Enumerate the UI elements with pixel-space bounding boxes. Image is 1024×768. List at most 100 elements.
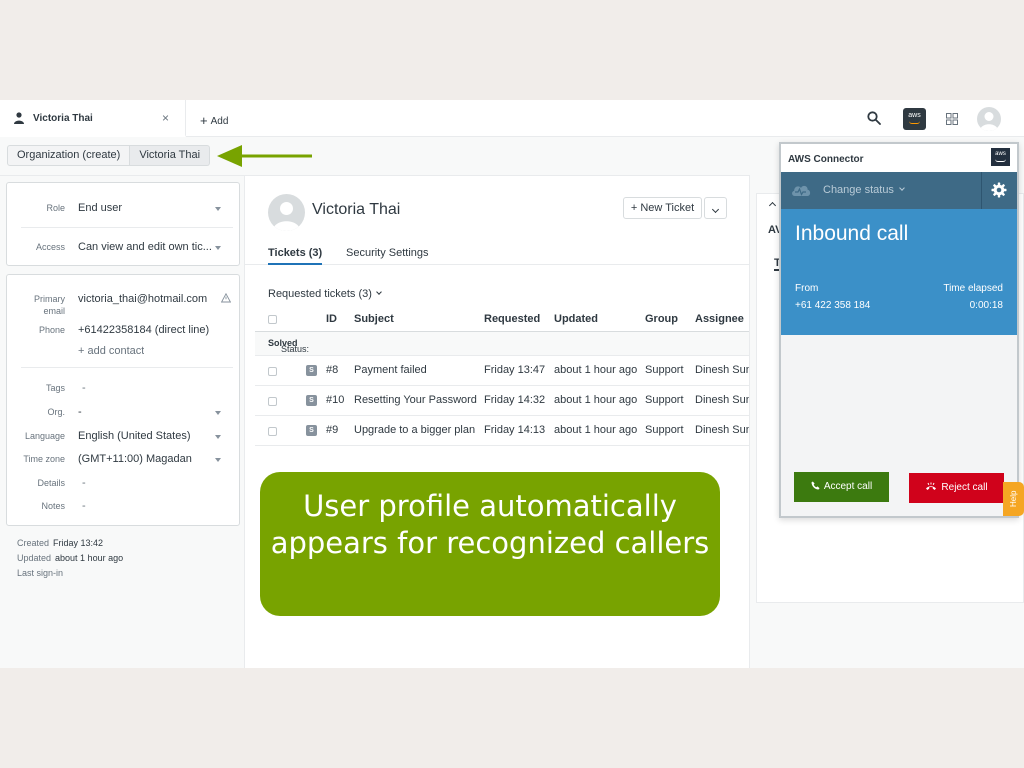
access-field[interactable]: Access Can view and edit own tic... [7,238,239,258]
aws-logo-icon: aws [991,148,1010,166]
details-label: Details [37,478,65,488]
chevron-up-icon[interactable] [768,201,777,210]
call-actions-area: Accept call Reject call [781,335,1017,516]
add-tab-button[interactable]: + Add [200,113,228,128]
add-contact-link[interactable]: + add contact [78,345,144,357]
last-signin-label: Last sign-in [17,568,64,578]
tags-label: Tags [45,383,65,393]
avatar-person-icon [273,202,300,231]
change-status-dropdown[interactable]: Change status [823,184,905,196]
created-meta: Created Friday 13:42 [17,538,103,548]
add-tab-label: Add [210,116,229,127]
aws-connector-title: AWS Connector [788,154,864,165]
top-bar: Victoria Thai × + Add aws [0,100,1024,137]
column-header[interactable]: Group [645,313,678,325]
chevron-down-icon [215,411,221,415]
divider [21,367,233,368]
org-label: Org. [47,407,65,417]
select-all-checkbox[interactable] [268,315,277,324]
ticket-group: Support [645,424,684,436]
ticket-assignee: Dinesh Sun [695,394,750,406]
warning-icon [221,293,231,303]
access-label: Access [35,242,65,252]
table-row[interactable]: S #8 Payment failed Friday 13:47 about 1… [255,356,750,386]
org-value: - [78,406,82,418]
column-header[interactable]: Requested [484,313,540,325]
status-label: Status: [281,344,310,354]
accept-call-button[interactable]: Accept call [794,472,889,502]
from-label: From [795,283,819,294]
column-header[interactable]: Updated [554,313,598,325]
reject-call-button[interactable]: Reject call [909,473,1004,503]
tab-user[interactable]: Victoria Thai × [0,100,186,137]
gear-icon[interactable] [991,182,1007,198]
requested-tickets-toggle[interactable]: Requested tickets (3) [268,288,382,300]
access-value: Can view and edit own tic... [78,241,211,253]
timezone-label: Time zone [23,454,65,464]
table-row[interactable]: S #9 Upgrade to a bigger plan Friday 14:… [255,416,750,446]
updated-label: Updated [17,553,52,563]
role-card: Role End user Access Can view and edit o… [6,182,240,266]
column-header[interactable]: ID [326,313,337,325]
details-value: - [82,477,86,489]
close-icon[interactable]: × [162,111,169,125]
breadcrumb-organization[interactable]: Organization (create) [7,145,131,166]
chevron-down-icon [215,435,221,439]
chevron-down-icon [899,185,905,191]
ticket-group: Support [645,364,684,376]
change-status-label: Change status [823,184,894,196]
tab-security-settings[interactable]: Security Settings [346,247,429,259]
language-field[interactable]: Language English (United States) [7,427,239,447]
time-elapsed-value: 0:00:18 [969,300,1003,311]
call-title: Inbound call [795,222,909,245]
ticket-requested: Friday 14:13 [484,424,546,436]
role-field[interactable]: Role End user [7,199,239,219]
tags-field[interactable]: Tags - [7,379,239,399]
phone-label: Phone [38,325,65,335]
column-header[interactable]: Assignee [695,313,744,325]
agent-status-bar: Change status [781,172,1017,209]
details-field[interactable]: Details - [7,474,239,494]
updated-value: about 1 hour ago [55,553,124,563]
primary-email-field[interactable]: Primary email victoria_thai@hotmail.com [7,290,239,318]
new-ticket-button[interactable]: + New Ticket [623,197,702,219]
phone-field[interactable]: Phone +61422358184 (direct line) [7,321,239,341]
table-row[interactable]: S #10 Resetting Your Password Friday 14:… [255,386,750,416]
more-options-button[interactable] [704,197,727,219]
help-button[interactable]: Help [1003,482,1024,516]
tab-user-label: Victoria Thai [33,113,93,124]
accept-call-label: Accept call [823,481,873,492]
timezone-field[interactable]: Time zone (GMT+11:00) Magadan [7,450,239,470]
avatar-person-icon [980,112,998,131]
breadcrumb-user[interactable]: Victoria Thai [130,145,211,166]
ticket-assignee: Dinesh Sun [695,364,750,376]
ticket-subject[interactable]: Upgrade to a bigger plan [354,424,475,436]
language-value: English (United States) [78,430,191,442]
search-icon[interactable] [867,111,881,125]
ticket-subject[interactable]: Resetting Your Password [354,394,477,406]
chevron-down-icon [376,289,382,295]
ticket-subject[interactable]: Payment failed [354,364,427,376]
column-header[interactable]: Subject [354,313,394,325]
caller-number: +61 422 358 184 [795,300,871,311]
row-checkbox[interactable] [268,397,277,406]
ticket-updated: about 1 hour ago [554,364,638,376]
user-avatar[interactable] [977,107,1001,131]
ticket-requested: Friday 13:47 [484,364,546,376]
status-badge: S [306,425,317,436]
notes-field[interactable]: Notes - [7,497,239,517]
ticket-assignee: Dinesh Sun [695,424,750,436]
user-sidebar: Role End user Access Can view and edit o… [0,175,245,668]
apps-icon[interactable] [946,113,958,125]
callout-banner: User profile automatically appears for r… [260,472,720,616]
tab-tickets[interactable]: Tickets (3) [268,247,323,265]
aws-logo-text: aws [995,151,1006,157]
row-checkbox[interactable] [268,427,277,436]
avatar [268,194,305,231]
org-field[interactable]: Org. - [7,403,239,423]
person-icon [14,112,24,124]
status-group-row: Status: Solved [255,332,749,356]
row-checkbox[interactable] [268,367,277,376]
phone-icon [811,481,820,490]
aws-icon[interactable]: aws [903,108,926,130]
